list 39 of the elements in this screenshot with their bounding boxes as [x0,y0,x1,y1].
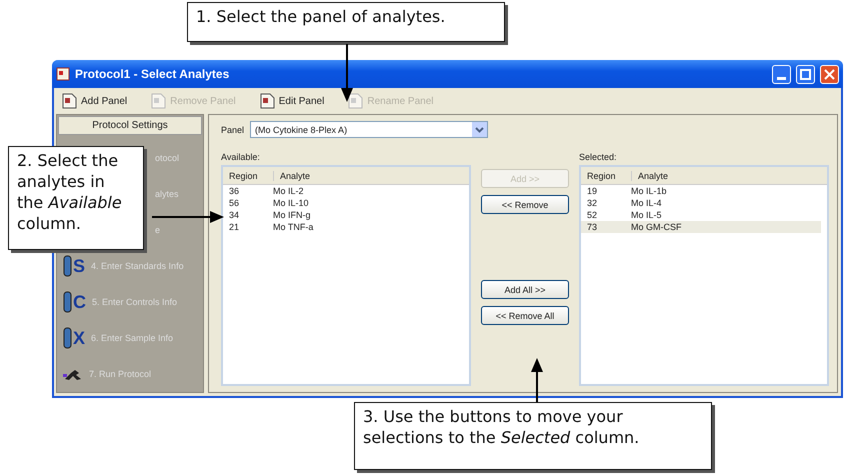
document-icon [151,93,166,109]
column-header[interactable]: Analyte [632,170,668,180]
list-row[interactable]: 19 Mo IL-1b [581,185,821,197]
list-row[interactable]: 34 Mo IFN-g [223,209,463,221]
app-icon [56,67,70,81]
toolbar-button[interactable]: Add Panel [62,93,128,109]
minimize-button[interactable] [772,64,791,84]
list-row[interactable]: 73 Mo GM-CSF [581,221,821,233]
move-button[interactable]: Add All >> [481,280,569,299]
panel-dropdown[interactable]: (Mo Cytokine 8-Plex A) [250,121,488,138]
close-button[interactable] [820,64,839,84]
move-button[interactable]: << Remove All [481,306,569,325]
list-row[interactable]: 52 Mo IL-5 [581,209,821,221]
list-row[interactable]: 21 Mo TNF-a [223,221,463,233]
window-title: Protocol1 - Select Analytes [75,67,230,81]
document-icon [62,93,77,109]
arrow [531,358,543,402]
maximize-button[interactable] [796,64,815,84]
panel-label: Panel [221,124,244,134]
callout-text: 2. Select the analytes in the Available column. [8,146,144,250]
list-row[interactable]: 36 Mo IL-2 [223,185,463,197]
column-header[interactable]: Region [581,170,632,180]
list-row[interactable]: 56 Mo IL-10 [223,197,463,209]
available-label: Available: [221,152,261,162]
column-header[interactable]: Analyte [274,170,310,180]
move-button[interactable]: << Remove [481,195,569,214]
document-icon [348,93,364,109]
minimize-icon [777,76,786,80]
chevron-down-icon [472,122,488,137]
arrow [341,44,353,102]
document-icon [260,93,275,109]
toolbar-button[interactable]: Edit Panel [260,93,324,109]
sidebar-header: Protocol Settings [58,116,202,134]
arrow [152,211,224,223]
callout-text: 1. Select the panel of analytes. [187,2,505,42]
callout-text: 3. Use the buttons to move your selections to the Selected column. [354,402,712,470]
selected-label: Selected: [579,152,618,162]
column-header[interactable]: Region [223,170,274,180]
list-row[interactable]: 32 Mo IL-4 [581,197,821,209]
